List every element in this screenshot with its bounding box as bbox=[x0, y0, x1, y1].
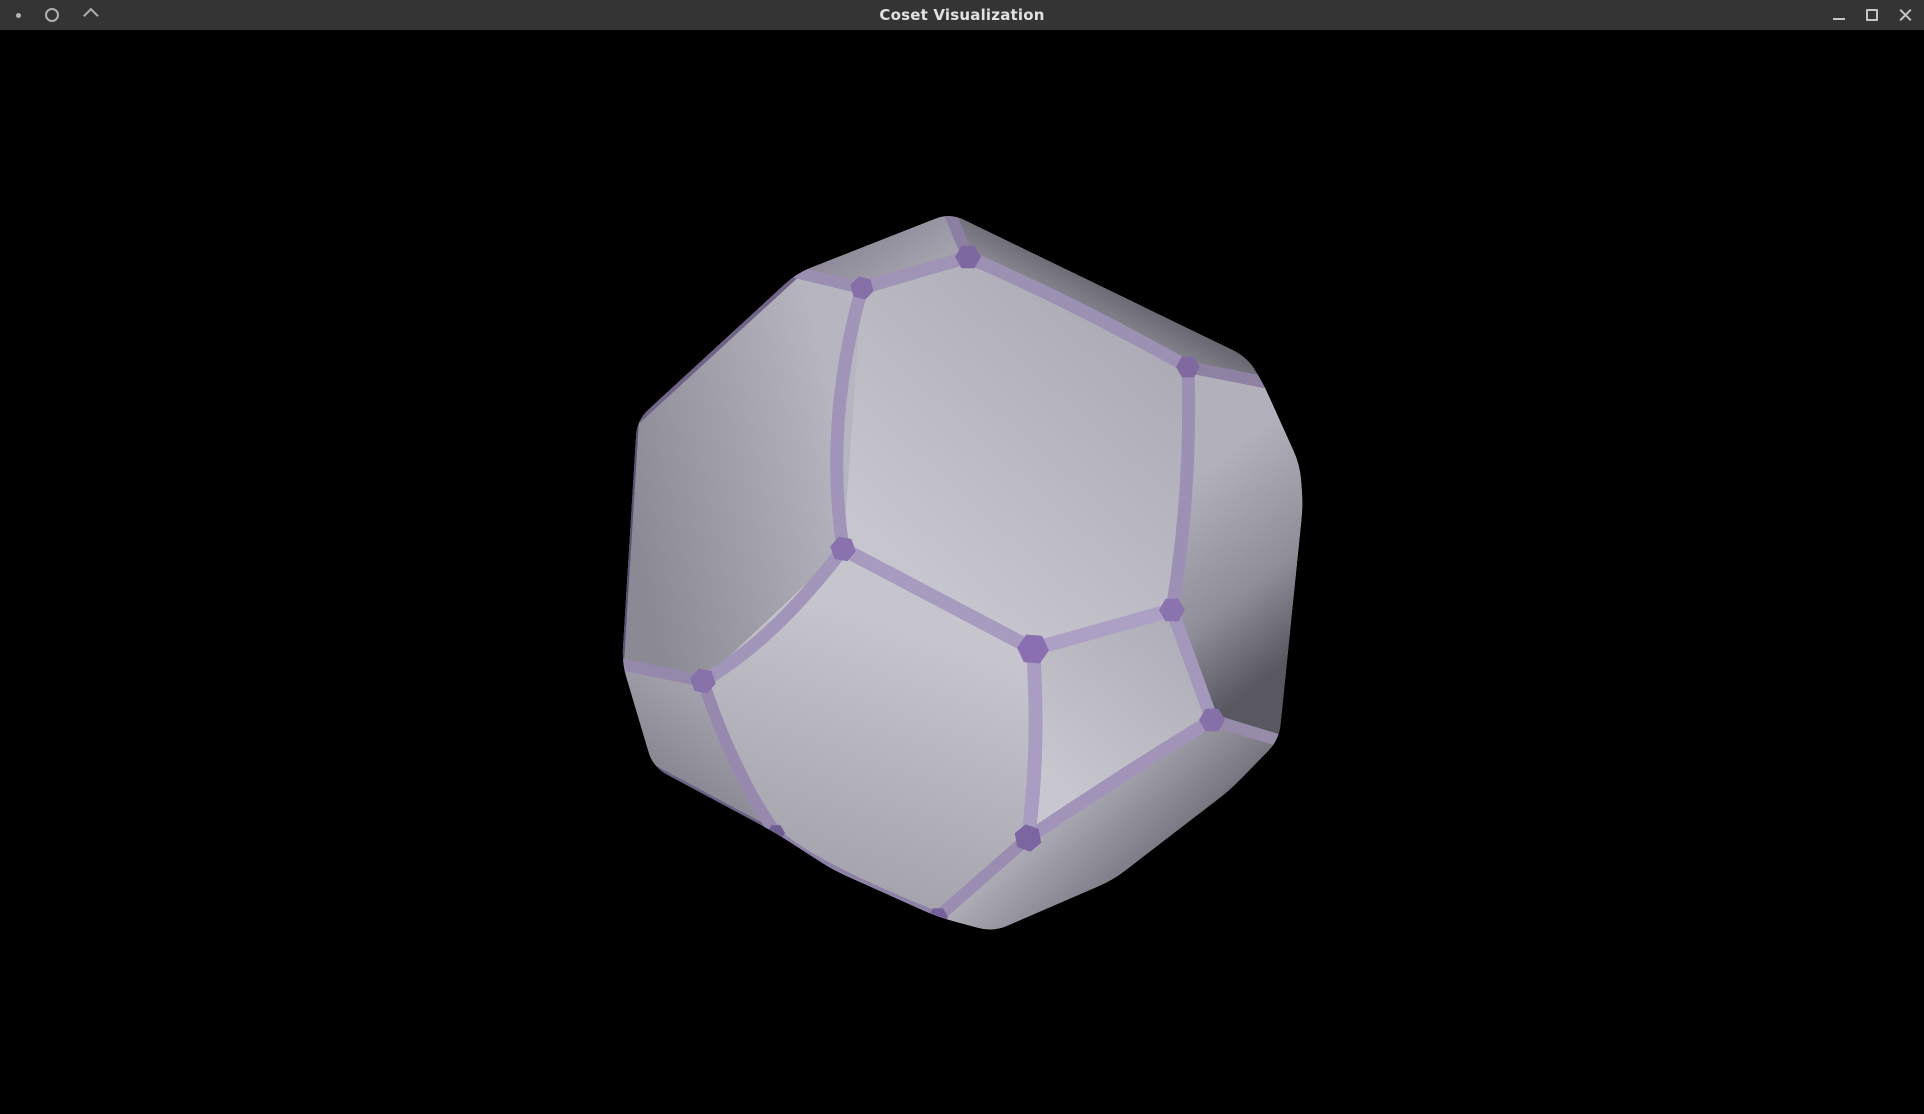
coset-3d-viewport[interactable] bbox=[0, 0, 1924, 1114]
close-button[interactable] bbox=[1899, 9, 1912, 22]
titlebar: Coset Visualization bbox=[0, 0, 1924, 30]
window-title: Coset Visualization bbox=[0, 0, 1924, 30]
dot-icon[interactable] bbox=[16, 13, 21, 18]
circle-icon[interactable] bbox=[45, 8, 59, 22]
titlebar-left-icons bbox=[0, 0, 95, 30]
maximize-button[interactable] bbox=[1866, 9, 1878, 21]
minimize-button[interactable] bbox=[1833, 10, 1845, 20]
window-controls bbox=[1833, 0, 1912, 30]
